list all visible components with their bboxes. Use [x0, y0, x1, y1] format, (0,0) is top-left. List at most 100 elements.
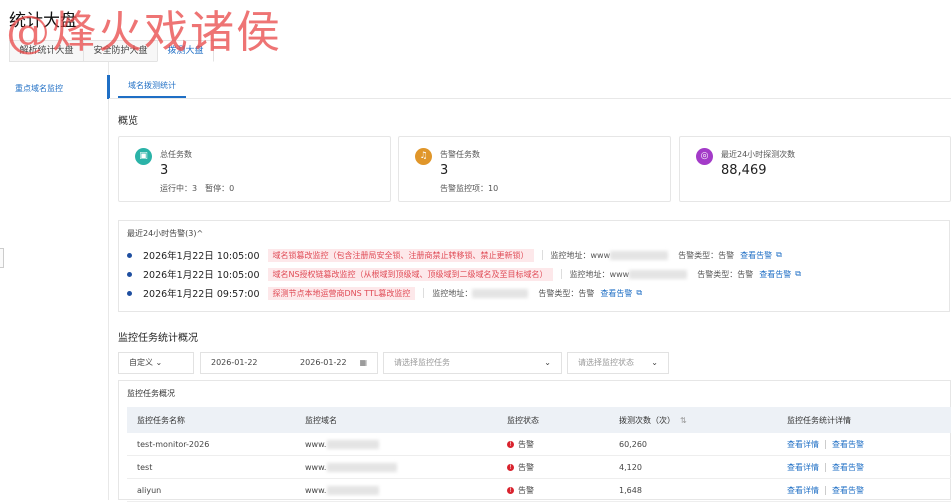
- view-details-link[interactable]: 查看详情: [787, 439, 819, 450]
- task-name: test: [137, 462, 153, 472]
- redacted: [327, 485, 380, 495]
- table-header: 监控任务名称 监控域名 监控状态 拨测次数（次） ⇅ 监控任务统计详情: [127, 407, 951, 433]
- tab-probe[interactable]: 拨测大盘: [157, 40, 214, 62]
- card-sub: 运行中：3 暂停：0: [160, 184, 235, 193]
- external-link-icon[interactable]: ⧉: [636, 288, 642, 298]
- type-value: 告警: [737, 269, 754, 279]
- active-indicator: [107, 75, 110, 99]
- col-domain: 监控域名: [305, 415, 337, 425]
- date-range-picker[interactable]: 2026-01-22 2026-01-22 ▦: [200, 352, 378, 374]
- divider: [108, 62, 109, 500]
- redacted: [629, 269, 688, 279]
- view-alarm-link[interactable]: 查看告警: [832, 439, 864, 450]
- redacted: [327, 439, 380, 449]
- card-label: 最近24小时探测次数: [721, 150, 796, 159]
- probe-count: 1,648: [619, 485, 642, 495]
- external-link-icon[interactable]: ⧉: [776, 250, 782, 260]
- probe-signal-icon: ◎: [696, 148, 713, 165]
- view-alarm-link[interactable]: 查看告警: [600, 288, 632, 299]
- table-row: aliyun www. ! 告警 1,648 查看详情 查看告警: [127, 479, 951, 502]
- task-icon: ▣: [135, 148, 152, 165]
- addr-value: www: [590, 250, 611, 260]
- alarm-icon: !: [507, 463, 514, 471]
- chevron-down-icon: ⌄: [651, 358, 658, 367]
- card-sub: 告警监控项：10: [440, 184, 499, 193]
- divider: [109, 98, 951, 99]
- status-select[interactable]: 请选择监控状态 ⌄: [567, 352, 669, 374]
- domain: www.: [305, 456, 407, 478]
- view-details-link[interactable]: 查看详情: [787, 485, 819, 496]
- task-name: aliyun: [137, 485, 162, 495]
- alert-tag: 探测节点本地运营商DNS TTL篡改监控: [267, 286, 416, 300]
- addr-label: 监控地址：: [432, 288, 473, 298]
- tab-security[interactable]: 安全防护大盘: [83, 40, 158, 62]
- collapse-handle[interactable]: [0, 248, 4, 268]
- alarm-icon: !: [507, 440, 514, 448]
- alert-time: 2026年1月22日 10:05:00: [143, 270, 260, 281]
- redacted: [610, 250, 669, 260]
- calendar-icon[interactable]: ▦: [359, 353, 367, 373]
- task-overview-panel: 监控任务概况 监控任务名称 监控域名 监控状态 拨测次数（次） ⇅ 监控任务统计详…: [118, 380, 951, 502]
- col-task-name: 监控任务名称: [137, 415, 185, 425]
- task-select[interactable]: 请选择监控任务 ⌄: [383, 352, 562, 374]
- card-probe-count: ◎ 最近24小时探测次数 88,469: [679, 136, 951, 202]
- view-alarm-link[interactable]: 查看告警: [759, 269, 791, 280]
- chevron-down-icon: ⌄: [155, 358, 163, 367]
- domain: www.: [305, 433, 389, 455]
- type-label: 告警类型：: [697, 269, 738, 279]
- type-value: 告警: [718, 250, 735, 260]
- start-date[interactable]: 2026-01-22: [211, 358, 258, 367]
- alert-item: 2026年1月22日 10:05:00 域名NS授权链篡改监控（从根域到顶级域、…: [127, 267, 801, 281]
- alerts-toggle[interactable]: 最近24小时告警(3)^: [127, 228, 203, 239]
- page-title: 统计大盘: [9, 11, 77, 31]
- subtab-domain-probe[interactable]: 域名拨测统计: [118, 76, 186, 98]
- sort-icon[interactable]: ⇅: [680, 416, 687, 425]
- col-count[interactable]: 拨测次数（次） ⇅: [619, 407, 687, 433]
- status: ! 告警: [507, 433, 534, 455]
- stats-title: 监控任务统计概况: [118, 333, 198, 344]
- alert-item: 2026年1月22日 10:05:00 域名锁篡改监控（包含注册局安全锁、注册商…: [127, 248, 782, 262]
- redacted: [327, 462, 398, 472]
- domain: www.: [305, 479, 389, 501]
- tab-dns-stats[interactable]: 解析统计大盘: [9, 40, 84, 62]
- card-label: 总任务数: [160, 150, 192, 159]
- chevron-down-icon: ⌄: [544, 358, 551, 367]
- type-value: 告警: [578, 288, 595, 298]
- card-value: 88,469: [721, 163, 767, 178]
- addr-label: 监控地址：: [569, 269, 610, 279]
- type-label: 告警类型：: [678, 250, 719, 260]
- view-alarm-link[interactable]: 查看告警: [832, 485, 864, 496]
- recent-alerts-panel: 最近24小时告警(3)^ 2026年1月22日 10:05:00 域名锁篡改监控…: [118, 220, 950, 312]
- redacted: [472, 288, 529, 298]
- alarm-bell-icon: ♫: [415, 148, 432, 165]
- sidebar-item-key-domain[interactable]: 重点域名监控: [15, 83, 63, 94]
- end-date[interactable]: 2026-01-22: [300, 358, 347, 367]
- status: ! 告警: [507, 479, 534, 501]
- status-placeholder: 请选择监控状态: [578, 358, 634, 367]
- card-value: 3: [440, 163, 449, 178]
- addr-value: www: [609, 269, 630, 279]
- view-alarm-link[interactable]: 查看告警: [832, 462, 864, 473]
- card-total-tasks: ▣ 总任务数 3 运行中：3 暂停：0: [118, 136, 391, 202]
- external-link-icon[interactable]: ⧉: [795, 269, 801, 279]
- bullet: [127, 252, 132, 258]
- alert-time: 2026年1月22日 09:57:00: [143, 289, 260, 300]
- col-details: 监控任务统计详情: [787, 415, 851, 425]
- card-value: 3: [160, 163, 169, 178]
- col-status: 监控状态: [507, 415, 539, 425]
- table-title: 监控任务概况: [127, 389, 175, 398]
- addr-label: 监控地址：: [550, 250, 591, 260]
- probe-count: 60,260: [619, 439, 647, 449]
- view-alarm-link[interactable]: 查看告警: [740, 250, 772, 261]
- status: ! 告警: [507, 456, 534, 478]
- view-details-link[interactable]: 查看详情: [787, 462, 819, 473]
- task-placeholder: 请选择监控任务: [394, 358, 450, 367]
- alert-tag: 域名锁篡改监控（包含注册局安全锁、注册商禁止转移锁、禁止更新锁）: [267, 248, 534, 262]
- alert-time: 2026年1月22日 10:05:00: [143, 251, 260, 262]
- table-row: test-monitor-2026 www. ! 告警 60,260 查看详情 查看…: [127, 433, 951, 456]
- alert-item: 2026年1月22日 09:57:00 探测节点本地运营商DNS TTL篡改监控…: [127, 286, 642, 300]
- type-label: 告警类型：: [538, 288, 579, 298]
- overview-title: 概览: [118, 116, 138, 127]
- range-select[interactable]: 自定义 ⌄: [118, 352, 194, 374]
- alarm-icon: !: [507, 486, 514, 494]
